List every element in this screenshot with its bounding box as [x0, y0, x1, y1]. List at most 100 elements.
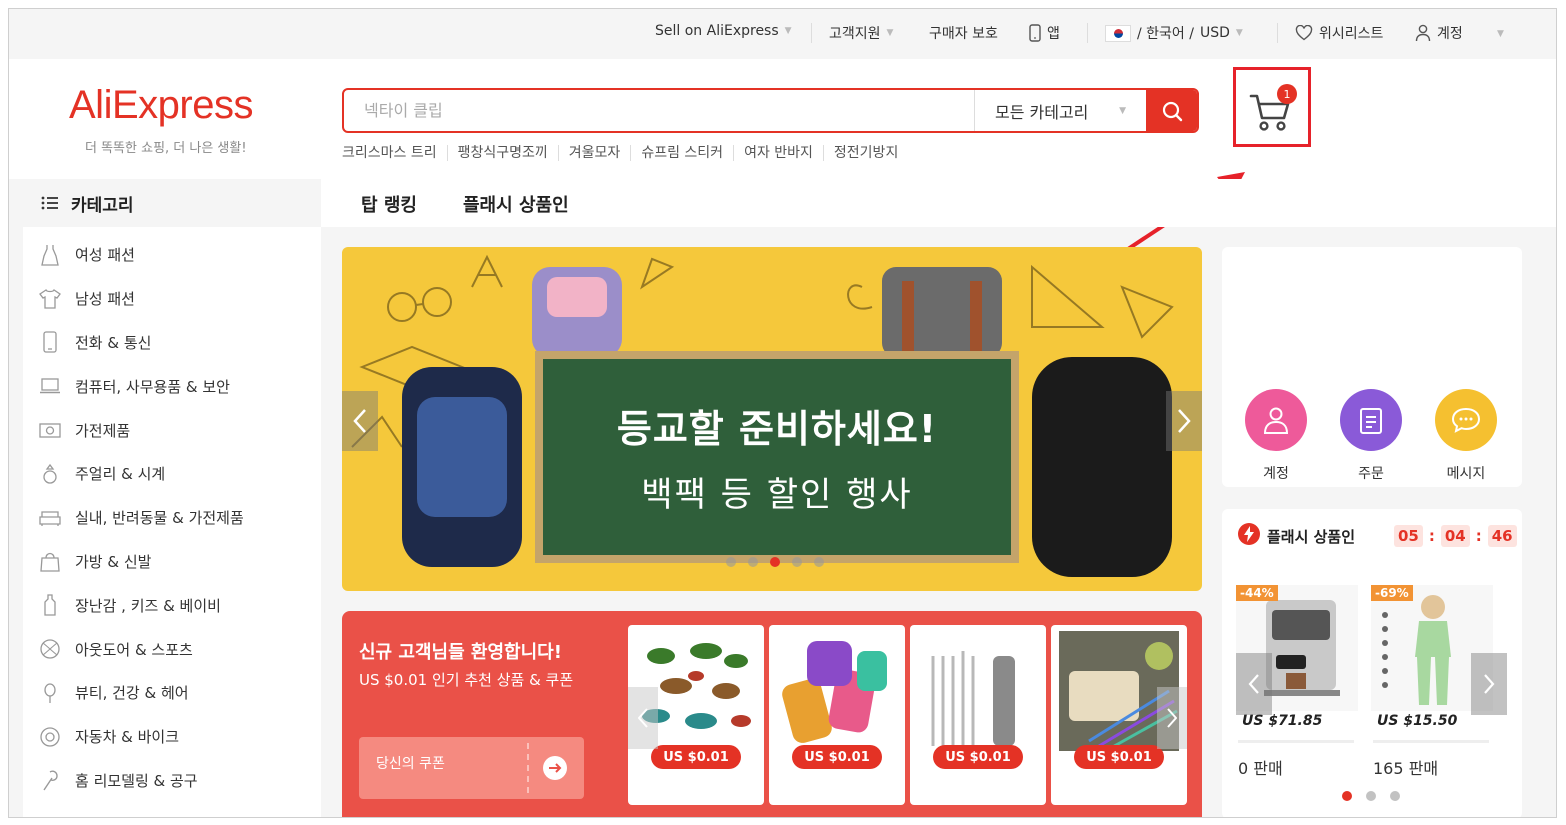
- category-item-jewelry[interactable]: 주얼리 & 시계: [23, 452, 321, 496]
- chevron-down-icon: ▼: [886, 28, 894, 38]
- support-label: 고객지원: [829, 26, 881, 42]
- banner-dot[interactable]: [748, 557, 758, 567]
- banner-next-button[interactable]: [1166, 391, 1202, 451]
- flash-deals-title[interactable]: 플래시 상품인: [1267, 526, 1355, 547]
- search-button[interactable]: [1146, 90, 1197, 131]
- language-currency-selector[interactable]: / 한국어 / USD ▼: [1105, 23, 1243, 43]
- flash-dot-active[interactable]: [1342, 791, 1352, 801]
- category-item-bags-shoes[interactable]: 가방 & 신발: [23, 540, 321, 584]
- list-icon: [41, 196, 58, 210]
- flash-next-button[interactable]: [1471, 653, 1507, 715]
- arrow-right-icon[interactable]: [543, 756, 567, 780]
- account-label: 계정: [1437, 26, 1463, 42]
- hot-word-link[interactable]: 겨울모자: [557, 145, 631, 161]
- customer-support-link[interactable]: 고객지원 ▼: [829, 23, 893, 43]
- user-icon: [1245, 389, 1307, 451]
- sell-on-aliexpress-link[interactable]: Sell on AliExpress ▼: [655, 23, 792, 39]
- category-item-beauty[interactable]: 뷰티, 건강 & 헤어: [23, 671, 321, 715]
- aliexpress-logo[interactable]: AliExpress: [69, 83, 253, 128]
- hot-word-link[interactable]: 슈프림 스티커: [630, 145, 733, 161]
- app-label: 앱: [1047, 26, 1060, 42]
- heart-icon: [1295, 25, 1313, 41]
- cart-button[interactable]: 1: [1233, 67, 1311, 147]
- chevron-down-icon: ▼: [1235, 28, 1243, 38]
- hot-word-link[interactable]: 크리스마스 트리: [342, 145, 447, 161]
- banner-dot-active[interactable]: [770, 557, 780, 567]
- flash-prev-button[interactable]: [1236, 653, 1272, 715]
- search-input[interactable]: [344, 90, 974, 131]
- category-header[interactable]: 카테고리: [23, 179, 321, 227]
- quick-account-button[interactable]: 계정: [1245, 389, 1307, 483]
- hot-word-link[interactable]: 정전기방지: [822, 145, 908, 161]
- user-quick-panel: 계정 주문 메시지: [1222, 247, 1522, 487]
- tab-top-ranking[interactable]: 탑 랭킹: [361, 191, 417, 217]
- mobile-icon: [1029, 24, 1041, 42]
- wishlist-link[interactable]: 위시리스트: [1295, 23, 1383, 43]
- flash-dot[interactable]: [1390, 791, 1400, 801]
- quick-orders-button[interactable]: 주문: [1340, 389, 1402, 483]
- banner-prev-button[interactable]: [342, 391, 378, 451]
- countdown-timer: 05 : 04 : 46: [1394, 525, 1517, 547]
- top-bar: Sell on AliExpress ▼ 고객지원 ▼ 구매자 보호 앱 / 한국어…: [9, 9, 1556, 59]
- product-card[interactable]: US $0.01: [769, 625, 905, 805]
- coupon-card[interactable]: 당신의 쿠폰: [359, 737, 584, 799]
- hero-banner[interactable]: 등교할 준비하세요! 백팩 등 할인 행사: [342, 247, 1202, 591]
- chevron-left-icon: [1248, 674, 1259, 694]
- category-item-computers[interactable]: 컴퓨터, 사무용품 & 보안: [23, 364, 321, 408]
- category-list: 여성 패션 남성 패션 전화 & 통신 컴퓨터, 사무용품 & 보안 가전제품 …: [23, 227, 321, 802]
- category-item-womens-fashion[interactable]: 여성 패션: [23, 233, 321, 277]
- app-link[interactable]: 앱: [1029, 23, 1060, 43]
- search-bar: 모든 카테고리 ▼: [342, 88, 1199, 133]
- chevron-right-icon: [1484, 674, 1495, 694]
- ball-icon: [39, 638, 61, 660]
- wheel-icon: [39, 726, 61, 748]
- category-label: 여성 패션: [75, 246, 135, 265]
- timer-separator: :: [1428, 527, 1435, 545]
- account-menu[interactable]: 계정: [1415, 23, 1463, 43]
- divider: [811, 23, 812, 43]
- category-item-automotive[interactable]: 자동차 & 바이크: [23, 715, 321, 759]
- flash-dot[interactable]: [1366, 791, 1376, 801]
- coupon-label: 당신의 쿠폰: [376, 756, 445, 772]
- banner-dot[interactable]: [814, 557, 824, 567]
- quick-messages-button[interactable]: 메시지: [1435, 389, 1497, 483]
- main-nav: 탑 랭킹 플래시 상품인: [321, 179, 1556, 227]
- category-item-outdoor-sports[interactable]: 아웃도어 & 스포츠: [23, 627, 321, 671]
- language-label: / 한국어 /: [1137, 26, 1194, 42]
- banner-dot[interactable]: [792, 557, 802, 567]
- browser-page: Sell on AliExpress ▼ 고객지원 ▼ 구매자 보호 앱 / 한국어…: [8, 8, 1557, 818]
- price-tag: US $0.01: [792, 745, 882, 769]
- buyer-protection-link[interactable]: 구매자 보호: [929, 23, 998, 43]
- products-prev-button[interactable]: [628, 687, 658, 749]
- tab-flash-deals[interactable]: 플래시 상품인: [463, 191, 569, 217]
- timer-seconds: 46: [1487, 525, 1517, 547]
- hot-word-link[interactable]: 팽창식구명조끼: [446, 145, 558, 161]
- category-label: 전화 & 통신: [75, 333, 152, 352]
- category-item-mens-fashion[interactable]: 남성 패션: [23, 277, 321, 321]
- category-dropdown[interactable]: 모든 카테고리 ▼: [974, 90, 1146, 131]
- category-item-phones[interactable]: 전화 & 통신: [23, 321, 321, 365]
- new-user-section: 신규 고객님들 환영합니다! US $0.01 인기 추천 상품 & 쿠폰 당신…: [342, 611, 1202, 817]
- category-item-electronics[interactable]: 가전제품: [23, 408, 321, 452]
- banner-title: 등교할 준비하세요!: [616, 407, 938, 451]
- category-label: 남성 패션: [75, 290, 135, 309]
- banner-dot[interactable]: [726, 557, 736, 567]
- timer-hours: 05: [1394, 525, 1423, 547]
- category-item-home[interactable]: 실내, 반려동물 & 가전제품: [23, 496, 321, 540]
- timer-minutes: 04: [1440, 525, 1470, 547]
- bottle-icon: [39, 594, 61, 616]
- chevron-left-icon: [353, 409, 366, 433]
- product-card[interactable]: US $0.01: [910, 625, 1046, 805]
- products-next-button[interactable]: [1157, 687, 1187, 749]
- category-item-toys-kids[interactable]: 장난감 , 키즈 & 베이비: [23, 583, 321, 627]
- camera-icon: [39, 419, 61, 441]
- banner-pagination: [726, 557, 824, 567]
- category-title: 카테고리: [71, 195, 134, 216]
- new-user-subtitle: US $0.01 인기 추천 상품 & 쿠폰: [359, 671, 574, 689]
- category-item-tools[interactable]: 홈 리모델링 & 공구: [23, 759, 321, 803]
- flash-deal-price: US $15.50: [1377, 713, 1458, 729]
- chevron-down-icon[interactable]: ▼: [1497, 29, 1504, 39]
- category-label: 컴퓨터, 사무용품 & 보안: [75, 377, 230, 396]
- laptop-icon: [39, 375, 61, 397]
- hot-word-link[interactable]: 여자 반바지: [733, 145, 823, 161]
